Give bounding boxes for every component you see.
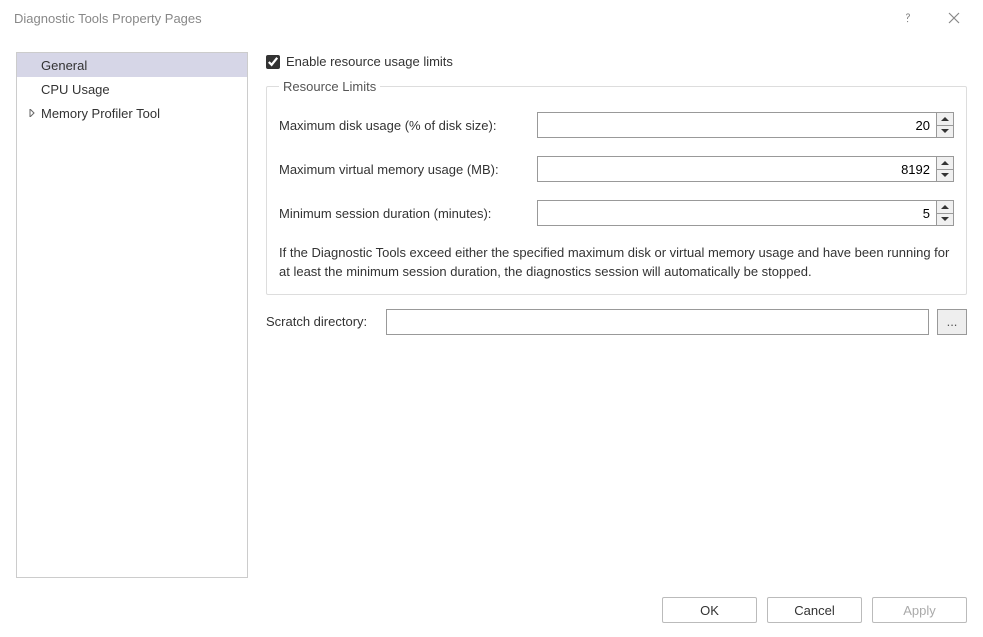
- close-icon: [948, 12, 960, 24]
- max-disk-row: Maximum disk usage (% of disk size):: [279, 112, 954, 138]
- sidebar-item-label: Memory Profiler Tool: [41, 106, 160, 121]
- resource-limits-info: If the Diagnostic Tools exceed either th…: [279, 244, 954, 282]
- chevron-up-icon: [941, 160, 949, 166]
- ok-button[interactable]: OK: [662, 597, 757, 623]
- max-vmem-spin-buttons: [936, 156, 954, 182]
- min-session-label: Minimum session duration (minutes):: [279, 206, 537, 221]
- main-panel: Enable resource usage limits Resource Li…: [266, 52, 967, 578]
- titlebar: Diagnostic Tools Property Pages: [0, 0, 983, 36]
- min-session-spinner: [537, 200, 954, 226]
- max-vmem-label: Maximum virtual memory usage (MB):: [279, 162, 537, 177]
- ellipsis-icon: ...: [947, 314, 958, 329]
- min-session-spin-up[interactable]: [937, 201, 953, 214]
- sidebar-item-cpu-usage[interactable]: CPU Usage: [17, 77, 247, 101]
- min-session-spin-buttons: [936, 200, 954, 226]
- max-disk-spin-buttons: [936, 112, 954, 138]
- content-area: General CPU Usage Memory Profiler Tool E…: [0, 36, 983, 578]
- dialog-footer: OK Cancel Apply: [662, 597, 967, 623]
- max-disk-spinner: [537, 112, 954, 138]
- max-disk-spin-down[interactable]: [937, 126, 953, 138]
- window-title: Diagnostic Tools Property Pages: [14, 11, 885, 26]
- max-vmem-row: Maximum virtual memory usage (MB):: [279, 156, 954, 182]
- scratch-dir-row: Scratch directory: ...: [266, 309, 967, 335]
- chevron-up-icon: [941, 116, 949, 122]
- max-vmem-spinner: [537, 156, 954, 182]
- max-vmem-spin-down[interactable]: [937, 170, 953, 182]
- help-icon: [902, 12, 914, 24]
- resource-limits-group: Resource Limits Maximum disk usage (% of…: [266, 79, 967, 295]
- cancel-button[interactable]: Cancel: [767, 597, 862, 623]
- min-session-row: Minimum session duration (minutes):: [279, 200, 954, 226]
- sidebar-item-general[interactable]: General: [17, 53, 247, 77]
- enable-limits-row: Enable resource usage limits: [266, 54, 967, 69]
- chevron-down-icon: [941, 172, 949, 178]
- scratch-dir-label: Scratch directory:: [266, 314, 378, 329]
- min-session-input[interactable]: [537, 200, 936, 226]
- enable-limits-checkbox[interactable]: [266, 55, 280, 69]
- close-button[interactable]: [931, 3, 977, 33]
- apply-button[interactable]: Apply: [872, 597, 967, 623]
- chevron-up-icon: [941, 204, 949, 210]
- sidebar-item-label: CPU Usage: [41, 82, 110, 97]
- max-disk-spin-up[interactable]: [937, 113, 953, 126]
- sidebar-item-memory-profiler[interactable]: Memory Profiler Tool: [17, 101, 247, 125]
- chevron-down-icon: [941, 128, 949, 134]
- category-sidebar: General CPU Usage Memory Profiler Tool: [16, 52, 248, 578]
- help-button[interactable]: [885, 3, 931, 33]
- scratch-dir-input[interactable]: [386, 309, 929, 335]
- sidebar-item-label: General: [41, 58, 87, 73]
- max-vmem-input[interactable]: [537, 156, 936, 182]
- max-disk-label: Maximum disk usage (% of disk size):: [279, 118, 537, 133]
- resource-limits-legend: Resource Limits: [279, 79, 380, 94]
- max-vmem-spin-up[interactable]: [937, 157, 953, 170]
- expand-icon[interactable]: [25, 109, 39, 117]
- chevron-down-icon: [941, 216, 949, 222]
- enable-limits-label: Enable resource usage limits: [286, 54, 453, 69]
- browse-button[interactable]: ...: [937, 309, 967, 335]
- max-disk-input[interactable]: [537, 112, 936, 138]
- min-session-spin-down[interactable]: [937, 214, 953, 226]
